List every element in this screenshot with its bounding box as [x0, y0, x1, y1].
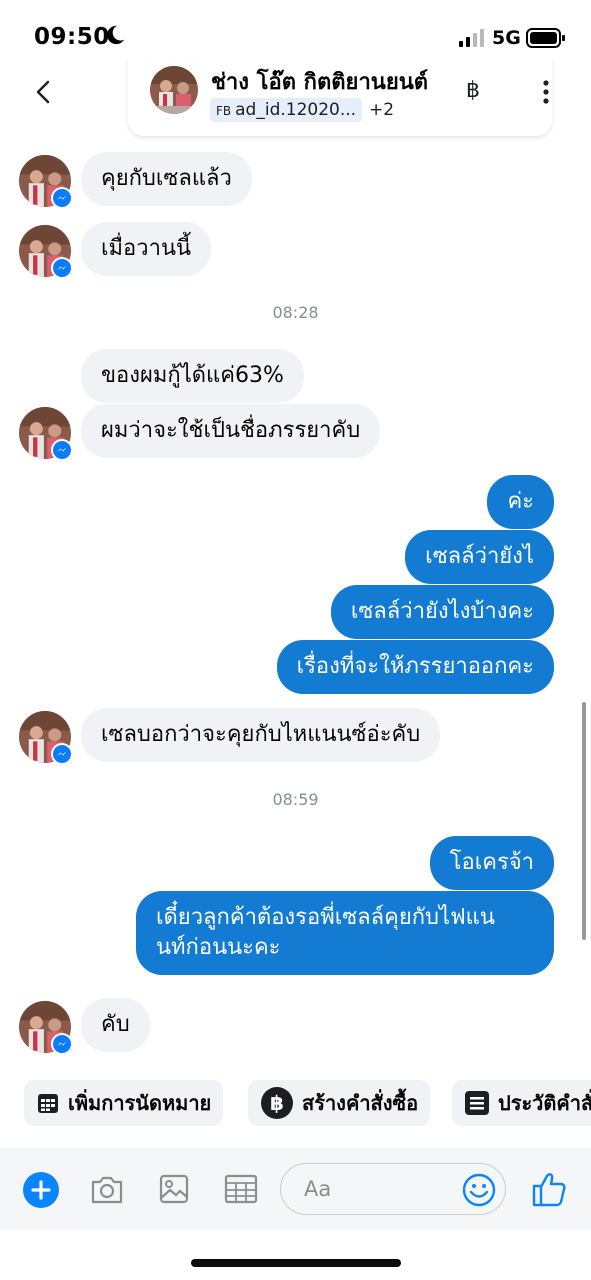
quick-actions-bar: เพิ่มการนัดหมาย ฿ สร้างคำสั่งซื้อ ประวัต… [0, 1078, 591, 1130]
messenger-badge-icon [51, 743, 73, 765]
messenger-badge-icon [51, 257, 73, 279]
svg-text:฿: ฿ [270, 1091, 284, 1115]
back-arrow-icon[interactable] [30, 76, 58, 108]
status-bar: 09:50 5G [0, 0, 591, 60]
message-bubble-outgoing[interactable]: ค่ะ [487, 475, 554, 529]
message-bubble-outgoing[interactable]: โอเครจ้า [429, 836, 554, 890]
message-bubble-outgoing[interactable]: เรื่องที่จะให้ภรรยาออกคะ [276, 640, 554, 694]
message-bubble-incoming[interactable]: คับ [81, 998, 150, 1052]
message-bubble-incoming[interactable]: ผมว่าจะใช้เป็นชื่อภรรยาคับ [81, 404, 381, 458]
messenger-badge-icon [51, 1033, 73, 1055]
composer-bar: Aa [0, 1148, 591, 1230]
fb-label: FB [216, 104, 232, 118]
home-indicator[interactable] [191, 1259, 401, 1267]
ad-id-label: ad_id.12020... [235, 100, 357, 120]
message-bubble-incoming[interactable]: คุยกับเซลแล้ว [81, 152, 252, 206]
timestamp: 08:59 [272, 790, 319, 809]
add-appointment-button[interactable]: เพิ่มการนัดหมาย [24, 1080, 224, 1126]
status-time: 09:50 [34, 24, 110, 50]
message-bubble-incoming[interactable]: เซลบอกว่าจะคุยกับไหแนนซ์อ่ะคับ [81, 708, 441, 762]
network-type: 5G [492, 27, 521, 49]
message-input-placeholder: Aa [304, 1177, 332, 1201]
emoji-icon[interactable] [462, 1173, 496, 1207]
battery-icon [526, 28, 565, 48]
messenger-badge-icon [51, 439, 73, 461]
sender-avatar[interactable] [19, 225, 73, 279]
contact-avatar[interactable] [150, 66, 198, 114]
sender-avatar[interactable] [19, 155, 73, 209]
message-bubble-incoming[interactable]: เมื่อวานนี้ [81, 222, 212, 276]
add-appointment-label: เพิ่มการนัดหมาย [68, 1091, 212, 1115]
plus-icon[interactable] [23, 1172, 59, 1208]
gallery-icon[interactable] [155, 1170, 193, 1208]
more-tags-count[interactable]: +2 [369, 98, 394, 122]
baht-icon[interactable]: ฿ [466, 78, 480, 103]
list-icon [465, 1091, 489, 1115]
message-bubble-outgoing[interactable]: เซลล์ว่ายังไ [405, 530, 554, 584]
order-history-button[interactable]: ประวัติคำสั่งซื้อ [452, 1080, 591, 1126]
message-line: เดี๋ยวลูกค้าต้องรอพี่เซลล์คุยกับไฟแน [156, 905, 495, 930]
calendar-icon [38, 1094, 58, 1113]
message-bubble-outgoing[interactable]: เซลล์ว่ายังไงบ้างคะ [330, 585, 554, 639]
message-line: นท์ก่อนนะคะ [156, 935, 281, 960]
contact-name[interactable]: ช่าง โอ๊ต กิตติยานยนต์ [211, 64, 428, 99]
signal-icon [459, 29, 484, 47]
message-bubble-outgoing[interactable]: เดี๋ยวลูกค้าต้องรอพี่เซลล์คุยกับไฟแน นท์… [136, 891, 554, 975]
baht-coin-icon: ฿ [261, 1087, 293, 1119]
message-bubble-incoming[interactable]: ของผมกู้ได้แค่63% [81, 349, 304, 403]
timestamp: 08:28 [272, 303, 319, 322]
thumbs-up-icon[interactable] [531, 1170, 567, 1208]
chat-header: ช่าง โอ๊ต กิตติยานยนต์ FB ad_id.12020... … [0, 58, 591, 138]
create-order-label: สร้างคำสั่งซื้อ [302, 1091, 419, 1115]
more-options-icon[interactable] [536, 78, 556, 106]
sender-avatar[interactable] [19, 407, 73, 461]
sender-avatar[interactable] [19, 711, 73, 765]
order-history-label: ประวัติคำสั่งซื้อ [498, 1091, 591, 1115]
table-icon[interactable] [222, 1170, 260, 1208]
scrollbar[interactable] [582, 702, 586, 940]
create-order-button[interactable]: ฿ สร้างคำสั่งซื้อ [248, 1080, 431, 1126]
sender-avatar[interactable] [19, 1001, 73, 1055]
messenger-badge-icon [51, 187, 73, 209]
moon-icon [107, 25, 125, 45]
camera-icon[interactable] [88, 1170, 126, 1208]
ad-id-chip[interactable]: FB ad_id.12020... [210, 98, 363, 122]
